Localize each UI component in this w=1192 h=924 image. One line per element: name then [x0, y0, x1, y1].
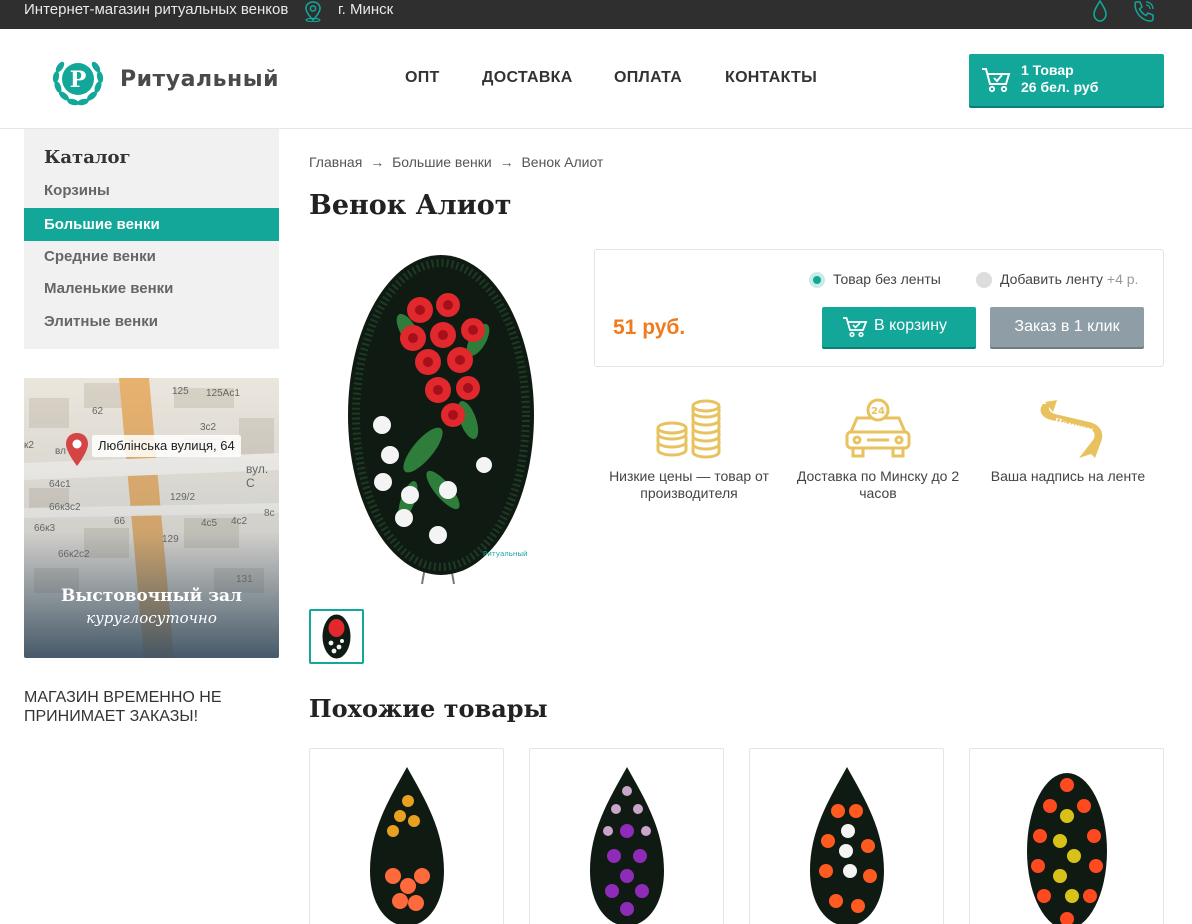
product-thumbnail[interactable] — [309, 609, 364, 664]
viber-icon[interactable] — [1090, 0, 1110, 27]
cart-total: 26 бел. руб — [1021, 79, 1099, 95]
map-label: 66к3 — [34, 523, 56, 534]
similar-product-image — [590, 767, 664, 924]
logo-text: Ритуальный — [120, 67, 280, 92]
breadcrumb-current: Венок Алиот — [521, 154, 604, 170]
site-logo[interactable]: P Ритуальный — [50, 53, 279, 107]
map-address: Люблінська вулиця, 64 — [92, 435, 241, 457]
sidebar-item-small-wreaths[interactable]: Маленькие венки — [24, 272, 279, 305]
map-label: 8с — [264, 508, 275, 519]
breadcrumb-separator: → — [370, 154, 385, 170]
radio-unselected-icon — [976, 272, 992, 288]
site-tagline: Интернет-магазин ритуальных венков — [24, 1, 289, 18]
store-notice: МАГАЗИН ВРЕМЕННО НЕ ПРИНИМАЕТ ЗАКАЗЫ! — [24, 689, 222, 725]
map-label: 4с5 — [201, 518, 218, 529]
feature-ribbon-text: Ваша надпись на ленте — [990, 468, 1146, 484]
svg-text:24: 24 — [871, 406, 885, 417]
showroom-subtitle: куруглосуточно — [86, 609, 217, 627]
breadcrumb-home[interactable]: Главная — [309, 154, 362, 170]
map-label: к2 — [24, 440, 34, 451]
map-label: 4с2 — [231, 516, 248, 527]
logo-emblem-icon: P — [52, 61, 104, 106]
radio-selected-icon — [809, 272, 825, 288]
option-no-ribbon-label: Товар без ленты — [833, 271, 941, 287]
map-label: 64с1 — [49, 479, 71, 490]
catalog-title: Каталог — [44, 147, 131, 168]
map-label: 62 — [92, 406, 104, 417]
sidebar-item-baskets[interactable]: Корзины — [24, 174, 279, 207]
ribbon-icon: Помним — [1040, 400, 1103, 458]
breadcrumb: Главная → Большие венки → Венок Алиот — [309, 154, 607, 170]
map-label: 129/2 — [170, 492, 196, 503]
cart-button[interactable]: 1 Товар 26 бел. руб — [969, 54, 1164, 106]
option-add-ribbon-label: Добавить ленту — [1000, 271, 1104, 287]
map-label: 66к3с2 — [49, 502, 81, 513]
showroom-title: Выстовочный зал — [60, 586, 243, 606]
nav-payment[interactable]: ОПЛАТА — [614, 69, 682, 87]
map-marker-icon — [66, 433, 88, 466]
purchase-box: Товар без ленты Добавить ленту +4 р. 51 … — [594, 249, 1164, 367]
add-to-cart-button[interactable]: В корзину — [822, 307, 976, 347]
sidebar-item-large-wreaths[interactable]: Большие венки — [24, 208, 279, 241]
feature-low-prices-text: Низкие цены — товар от производителя — [609, 468, 769, 501]
map-label: вул. С — [246, 462, 269, 490]
similar-product-card[interactable] — [529, 748, 724, 924]
similar-product-image — [370, 767, 444, 924]
similar-products-title: Похожие товары — [309, 694, 548, 723]
site-header: P Ритуальный ОПТ ДОСТАВКА ОПЛАТА КОНТАКТ… — [0, 29, 1192, 129]
similar-product-image — [1027, 773, 1107, 924]
map-label: 129 — [162, 534, 179, 545]
feature-delivery-text: Доставка по Минску до 2 часов — [796, 468, 960, 501]
catalog-sidebar: Каталог Корзины Большие венки Средние ве… — [24, 129, 279, 349]
map-label: 3с2 — [200, 422, 217, 433]
cart-count: 1 Товар — [1021, 62, 1074, 78]
shopping-cart-icon — [843, 317, 868, 338]
product-price: 51 руб. — [613, 316, 686, 339]
one-click-order-button[interactable]: Заказ в 1 клик — [990, 307, 1144, 347]
map-label: 131 — [236, 574, 253, 585]
nav-opt[interactable]: ОПТ — [405, 69, 440, 87]
coins-icon — [656, 399, 721, 459]
add-to-cart-label: В корзину — [874, 317, 948, 334]
city-label: г. Минск — [338, 1, 394, 18]
delivery-car-icon: 24 — [845, 398, 911, 458]
similar-product-card[interactable] — [749, 748, 944, 924]
map-label: 66 — [114, 516, 126, 527]
sidebar-item-elite-wreaths[interactable]: Элитные венки — [24, 305, 279, 338]
top-bar: Интернет-магазин ритуальных венков г. Ми… — [0, 0, 1192, 29]
breadcrumb-category[interactable]: Большие венки — [392, 154, 492, 170]
map-label: 66к2с2 — [58, 549, 90, 560]
similar-product-card[interactable] — [969, 748, 1164, 924]
nav-contacts[interactable]: КОНТАКТЫ — [725, 69, 817, 87]
map-label: 125Ас1 — [206, 388, 240, 399]
image-watermark: Ритуальный — [483, 550, 528, 558]
product-title: Венок Алиот — [309, 190, 512, 221]
svg-text:P: P — [70, 67, 87, 93]
breadcrumb-separator: → — [499, 154, 514, 170]
similar-product-image — [810, 767, 884, 924]
shopping-cart-icon — [982, 68, 1011, 93]
showroom-map[interactable]: 125 125Ас1 62 3с2 к2 вл вул. С 64с1 129/… — [24, 378, 279, 658]
ribbon-word: Помним — [1052, 415, 1094, 435]
product-image[interactable]: Ритуальный — [328, 250, 554, 586]
option-add-ribbon-price: +4 р. — [1106, 271, 1139, 287]
location-pin-icon — [302, 0, 324, 27]
similar-product-card[interactable] — [309, 748, 504, 924]
map-label: 125 — [172, 386, 189, 397]
sidebar-item-medium-wreaths[interactable]: Средние венки — [24, 240, 279, 273]
phone-icon[interactable] — [1132, 0, 1158, 27]
nav-delivery[interactable]: ДОСТАВКА — [482, 69, 573, 87]
